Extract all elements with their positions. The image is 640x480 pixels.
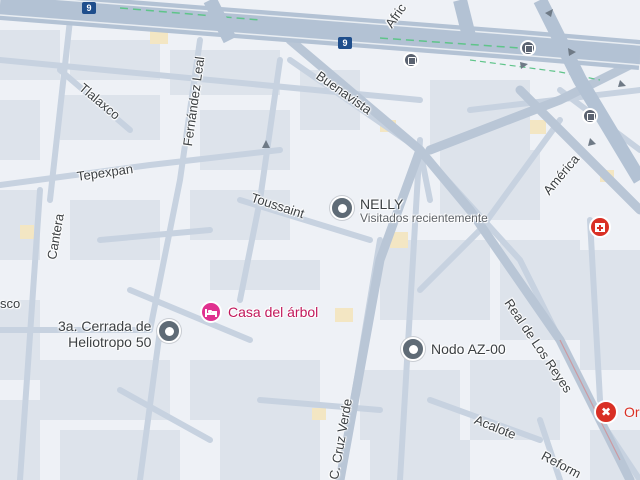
bed-glyph — [205, 309, 217, 317]
street-label-sco: sco — [0, 296, 21, 311]
poi-restaurant[interactable]: ✖ Or — [594, 400, 640, 424]
poi-nodo-az-00[interactable]: Nodo AZ-00 — [401, 337, 506, 361]
poi-title: Or — [624, 404, 640, 420]
hospital-cross-glyph — [595, 223, 605, 232]
hospital-icon[interactable] — [589, 216, 611, 238]
poi-title-line2: Heliotropo 50 — [68, 334, 152, 351]
highway-badge: 9 — [82, 2, 96, 14]
bus-stop-icon[interactable] — [520, 40, 536, 56]
hotel-icon — [200, 301, 222, 323]
poi-title: NELLY — [360, 196, 404, 212]
history-pin-icon — [157, 319, 182, 343]
poi-title-line1: 3a. Cerrada de — [58, 318, 152, 334]
bus-stop-icon[interactable] — [582, 108, 598, 124]
map-canvas[interactable]: 9 9 Tlalaxco Fernández Leal Tepexpan Can… — [0, 0, 640, 480]
poi-subtitle: Visitados recientemente — [360, 211, 488, 226]
highway-badge: 9 — [338, 37, 352, 49]
bus-stop-icon[interactable] — [403, 52, 419, 68]
poi-casa-del-arbol[interactable]: Casa del árbol — [200, 301, 318, 323]
poi-title: Casa del árbol — [228, 304, 319, 320]
history-pin-icon — [330, 196, 354, 220]
poi-title: Nodo AZ-00 — [431, 341, 506, 357]
restaurant-icon: ✖ — [594, 400, 618, 424]
poi-nelly[interactable]: NELLY Visitados recientemente — [330, 196, 488, 226]
history-pin-icon — [401, 337, 425, 361]
poi-cerrada-heliotropo[interactable]: 3a. Cerrada de Heliotropo 50 — [58, 318, 182, 351]
